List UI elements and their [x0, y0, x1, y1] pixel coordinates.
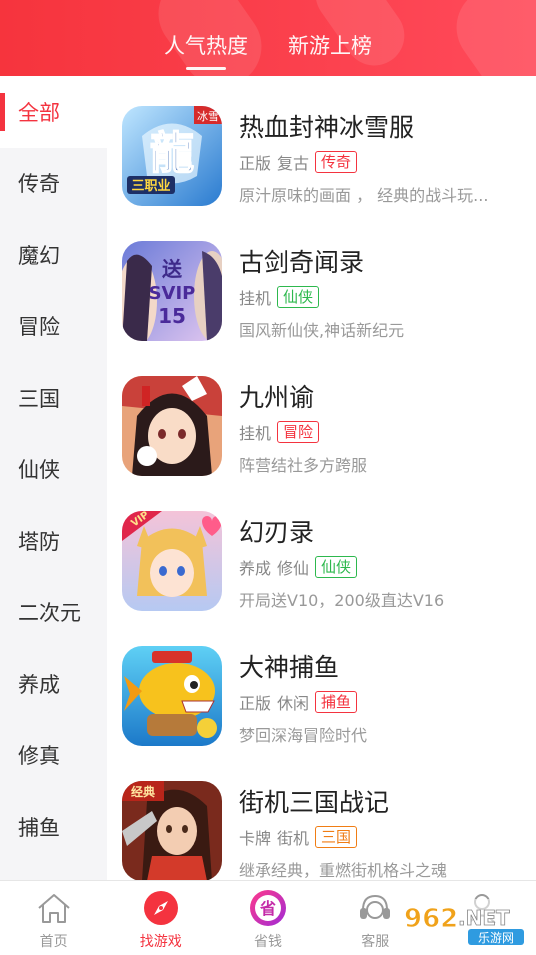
- save-money-icon: 省: [249, 889, 287, 927]
- genre-badge: 仙侠: [277, 286, 320, 308]
- game-tag: 养成: [239, 559, 272, 578]
- svg-text:15: 15: [158, 304, 186, 328]
- home-icon: [35, 889, 73, 927]
- game-row[interactable]: 龍 三职业 冰雪 热血封神冰雪服 正版 复古 传奇 原汁原味的画面 ， 经典的战…: [107, 76, 536, 211]
- game-tag: 休闲: [277, 694, 310, 713]
- game-description: 原汁原味的画面 ， 经典的战斗玩...: [239, 186, 489, 205]
- top-header: 人气热度 新游上榜: [0, 0, 536, 76]
- game-icon-svip: 送 SVIP 15: [122, 241, 222, 341]
- game-tag: 正版: [239, 694, 272, 713]
- genre-badge: 冒险: [277, 421, 320, 443]
- game-name: 九州谕: [239, 383, 315, 412]
- headset-icon: [356, 889, 394, 927]
- game-tags: 正版 休闲 捕鱼: [239, 690, 358, 714]
- nav-find-games[interactable]: 找游戏: [107, 881, 214, 955]
- sidebar-item-cultivation[interactable]: 修真: [0, 720, 107, 792]
- game-tag: 复古: [277, 154, 310, 173]
- nav-label: 找游戏: [139, 934, 182, 950]
- svg-text:龍: 龍: [150, 128, 194, 179]
- svg-text:乐游网: 乐游网: [478, 931, 514, 945]
- svg-text:SVIP: SVIP: [149, 283, 196, 304]
- nav-label: 首页: [39, 934, 68, 950]
- game-name: 街机三国战记: [239, 788, 390, 817]
- sidebar-item-xianxia[interactable]: 仙侠: [0, 434, 107, 506]
- game-name: 幻刃录: [239, 518, 315, 547]
- sidebar-item-tower-defense[interactable]: 塔防: [0, 505, 107, 577]
- category-sidebar: 全部 传奇 魔幻 冒险 三国 仙侠 塔防 二次元 养成 修真 捕鱼: [0, 76, 107, 880]
- tab-popular[interactable]: 人气热度: [164, 30, 248, 70]
- sidebar-item-legend[interactable]: 传奇: [0, 148, 107, 220]
- genre-badge: 三国: [315, 826, 358, 848]
- game-row[interactable]: 送 SVIP 15 古剑奇闻录 挂机 仙侠 国风新仙侠,神话新纪元: [107, 211, 536, 346]
- svg-text:冰雪: 冰雪: [197, 110, 219, 123]
- nav-home[interactable]: 首页: [0, 881, 107, 955]
- game-tag: 挂机: [239, 289, 272, 308]
- game-row[interactable]: VIP 幻刃录 养成 修仙 仙侠 开局送V10，200级直达V16: [107, 481, 536, 616]
- compass-icon: [142, 889, 180, 927]
- game-tag: 挂机: [239, 424, 272, 443]
- game-tags: 挂机 冒险: [239, 420, 320, 444]
- game-description: 开局送V10，200级直达V16: [239, 591, 445, 610]
- game-row[interactable]: 九州谕 挂机 冒险 阵营结社多方跨服: [107, 346, 536, 481]
- game-icon-fox-girl: [122, 376, 222, 476]
- game-icon-fish: [122, 646, 222, 746]
- game-row[interactable]: 大神捕鱼 正版 休闲 捕鱼 梦回深海冒险时代: [107, 616, 536, 751]
- genre-badge: 捕鱼: [315, 691, 358, 713]
- svg-text:.NET: .NET: [458, 906, 510, 930]
- tab-bar: 人气热度 新游上榜: [0, 30, 536, 70]
- game-icon-vip-girl: VIP: [122, 511, 222, 611]
- game-description: 国风新仙侠,神话新纪元: [239, 321, 405, 340]
- sidebar-item-all[interactable]: 全部: [0, 76, 107, 148]
- tab-new-games[interactable]: 新游上榜: [288, 30, 372, 70]
- nav-save-money[interactable]: 省 省钱: [214, 881, 321, 955]
- game-tags: 养成 修仙 仙侠: [239, 555, 358, 579]
- sidebar-item-fishing[interactable]: 捕鱼: [0, 791, 107, 863]
- game-description: 阵营结社多方跨服: [239, 456, 368, 475]
- svg-text:三职业: 三职业: [131, 178, 170, 194]
- game-icon-classic: 经典: [122, 781, 222, 880]
- game-tag: 街机: [277, 829, 310, 848]
- game-tags: 正版 复古 传奇: [239, 150, 358, 174]
- svg-text:经典: 经典: [131, 784, 155, 799]
- game-name: 大神捕鱼: [239, 653, 340, 682]
- game-row[interactable]: 经典 街机三国战记 卡牌 街机 三国 继承经典，重燃街机格斗之魂: [107, 751, 536, 880]
- game-tags: 卡牌 街机 三国: [239, 825, 358, 849]
- sidebar-item-nurture[interactable]: 养成: [0, 648, 107, 720]
- genre-badge: 传奇: [315, 151, 358, 173]
- svg-text:962: 962: [404, 904, 458, 934]
- svg-text:省: 省: [259, 899, 276, 918]
- sidebar-item-adventure[interactable]: 冒险: [0, 291, 107, 363]
- game-description: 梦回深海冒险时代: [239, 726, 368, 745]
- sidebar-item-three-kingdoms[interactable]: 三国: [0, 362, 107, 434]
- game-tag: 卡牌: [239, 829, 272, 848]
- sidebar-item-fantasy[interactable]: 魔幻: [0, 219, 107, 291]
- game-list: 龍 三职业 冰雪 热血封神冰雪服 正版 复古 传奇 原汁原味的画面 ， 经典的战…: [107, 76, 536, 880]
- game-tags: 挂机 仙侠: [239, 285, 320, 309]
- game-description: 继承经典，重燃街机格斗之魂: [239, 861, 448, 880]
- game-icon-ice-dragon: 龍 三职业 冰雪: [122, 106, 222, 206]
- svg-text:送: 送: [162, 257, 183, 281]
- nav-label: 客服: [361, 934, 390, 950]
- game-name: 热血封神冰雪服: [239, 113, 415, 142]
- watermark-logo: 962 .NET 乐游网: [398, 897, 530, 949]
- genre-badge: 仙侠: [315, 556, 358, 578]
- sidebar-item-anime[interactable]: 二次元: [0, 577, 107, 649]
- game-tag: 修仙: [277, 559, 310, 578]
- nav-label: 省钱: [254, 934, 282, 950]
- game-name: 古剑奇闻录: [239, 248, 365, 277]
- game-tag: 正版: [239, 154, 272, 173]
